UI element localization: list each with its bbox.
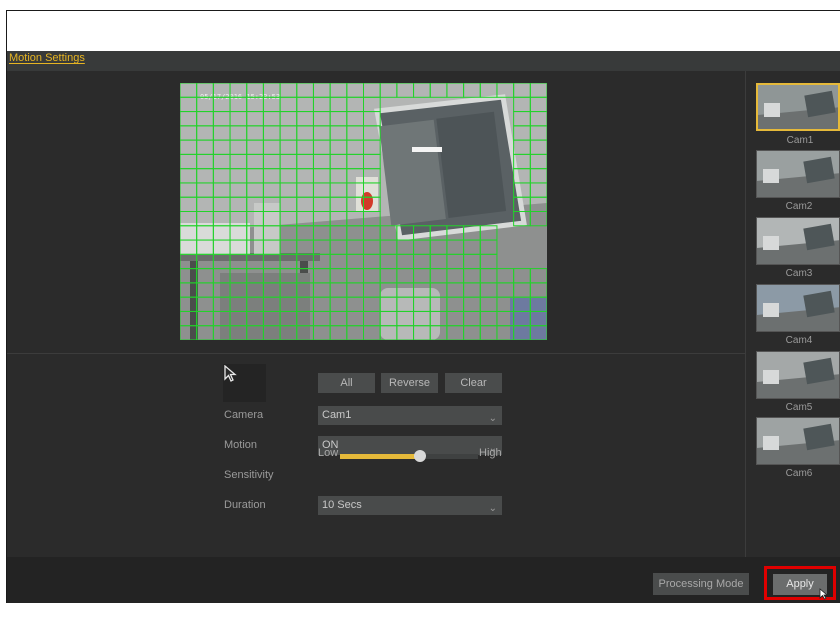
camera-thumbnail-image xyxy=(757,352,839,398)
page-title: Motion Settings xyxy=(9,52,85,64)
motion-label: Motion xyxy=(224,439,258,451)
camera-select-value: Cam1 xyxy=(322,409,352,421)
select-all-button[interactable]: All xyxy=(318,373,375,393)
camera-thumbnail-image xyxy=(757,151,839,197)
camera-thumbnail-image xyxy=(757,285,839,331)
camera-thumbnail-label: Cam4 xyxy=(785,335,813,346)
processing-mode-button[interactable]: Processing Mode xyxy=(653,573,749,595)
mouse-cursor-icon xyxy=(819,588,829,600)
camera-thumbnail-6[interactable]: Cam6 xyxy=(756,417,840,479)
camera-thumbnail-2[interactable]: Cam2 xyxy=(756,150,840,212)
motion-select[interactable]: ON ⌄ xyxy=(318,436,502,455)
camera-thumbnail-label: Cam1 xyxy=(786,135,814,146)
sensitivity-slider-handle[interactable] xyxy=(414,450,427,462)
camera-select[interactable]: Cam1 ⌄ xyxy=(318,406,502,425)
title-bar: Motion Settings xyxy=(7,51,840,71)
camera-thumbnail-3[interactable]: Cam3 xyxy=(756,217,840,279)
camera-thumbnail-image xyxy=(758,85,838,129)
footer-bar: Processing Mode Apply xyxy=(7,557,840,603)
sensitivity-high-label: High xyxy=(479,447,502,459)
duration-select-value: 10 Secs xyxy=(322,499,362,511)
camera-thumbnail-image xyxy=(757,418,839,464)
camera-scene: 05/17/2016 15:23:53 xyxy=(180,83,547,340)
camera-thumbnail-label: Cam6 xyxy=(785,468,813,479)
section-divider xyxy=(7,353,745,354)
camera-thumbnail-label: Cam2 xyxy=(785,201,813,212)
camera-preview[interactable]: 05/17/2016 15:23:53 xyxy=(180,83,547,340)
sensitivity-low-label: Low xyxy=(318,447,339,459)
apply-highlight: Apply xyxy=(764,566,836,600)
reverse-button[interactable]: Reverse xyxy=(381,373,438,393)
duration-select[interactable]: 10 Secs ⌄ xyxy=(318,496,502,515)
camera-label: Camera xyxy=(224,409,264,421)
camera-list: Cam1 Cam2 Cam3 Cam4 Cam5 Cam6 xyxy=(746,71,840,557)
camera-thumbnail-image xyxy=(757,218,839,264)
sensitivity-slider-fill xyxy=(340,454,421,459)
chevron-down-icon: ⌄ xyxy=(488,503,497,514)
duration-label: Duration xyxy=(224,499,266,511)
chevron-down-icon: ⌄ xyxy=(488,413,497,424)
clear-button[interactable]: Clear xyxy=(445,373,502,393)
camera-thumbnail-label: Cam3 xyxy=(785,268,813,279)
sensitivity-slider[interactable] xyxy=(340,450,478,462)
sensitivity-label: Sensitivity xyxy=(224,469,274,481)
pointer-icon xyxy=(224,365,237,382)
motion-settings-window: Motion Settings 05/17/2016 15:23:53 All … xyxy=(7,51,840,603)
camera-thumbnail-label: Cam5 xyxy=(785,402,813,413)
main-panel: 05/17/2016 15:23:53 All Reverse Clear Ca… xyxy=(7,71,745,557)
camera-thumbnail-5[interactable]: Cam5 xyxy=(756,351,840,413)
camera-thumbnail-4[interactable]: Cam4 xyxy=(756,284,840,346)
camera-thumbnail-1[interactable]: Cam1 xyxy=(756,83,840,146)
